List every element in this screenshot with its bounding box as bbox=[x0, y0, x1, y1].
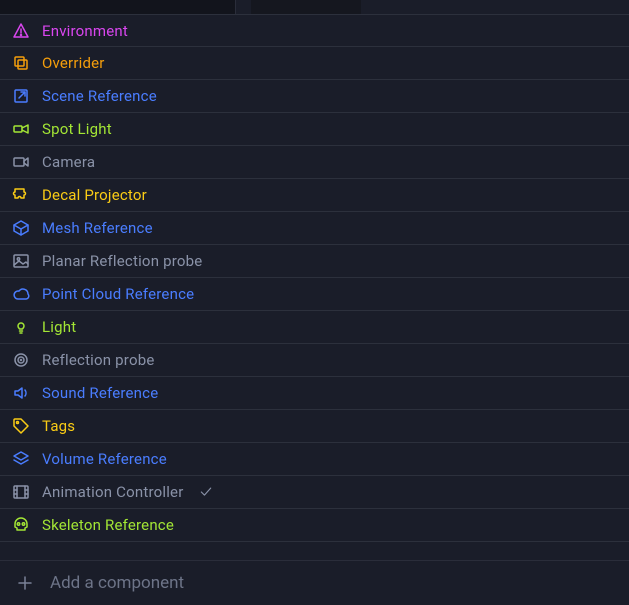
check-icon bbox=[199, 485, 213, 499]
component-item-spot-light[interactable]: Spot Light bbox=[0, 113, 629, 146]
component-item-label: Spot Light bbox=[42, 120, 112, 138]
component-list: Environment Overrider Scene Reference Spot … bbox=[0, 14, 629, 560]
bulb-icon bbox=[12, 318, 30, 336]
component-item-label: Animation Controller bbox=[42, 483, 183, 501]
component-item-label: Volume Reference bbox=[42, 450, 167, 468]
tab-bar bbox=[0, 0, 629, 14]
component-panel: Environment Overrider Scene Reference Spot … bbox=[0, 0, 629, 605]
tab-active[interactable] bbox=[251, 0, 361, 14]
component-item-point-cloud-reference[interactable]: Point Cloud Reference bbox=[0, 278, 629, 311]
add-component-input[interactable] bbox=[48, 572, 613, 594]
component-item-label: Scene Reference bbox=[42, 87, 157, 105]
component-item-animation-controller[interactable]: Animation Controller bbox=[0, 476, 629, 509]
image-icon bbox=[12, 252, 30, 270]
cloud-icon bbox=[12, 285, 30, 303]
component-item-label: Overrider bbox=[42, 54, 105, 72]
puzzle-icon bbox=[12, 186, 30, 204]
copy-icon bbox=[12, 54, 30, 72]
component-item-label: Point Cloud Reference bbox=[42, 285, 194, 303]
component-item-label: Decal Projector bbox=[42, 186, 147, 204]
component-item-label: Sound Reference bbox=[42, 384, 158, 402]
component-item-label: Tags bbox=[42, 417, 75, 435]
component-item-mesh-reference[interactable]: Mesh Reference bbox=[0, 212, 629, 245]
popout-icon bbox=[12, 87, 30, 105]
component-item-label: Skeleton Reference bbox=[42, 516, 174, 534]
cube-icon bbox=[12, 219, 30, 237]
speaker-icon bbox=[12, 384, 30, 402]
component-item-light[interactable]: Light bbox=[0, 311, 629, 344]
tag-icon bbox=[12, 417, 30, 435]
camera-icon bbox=[12, 153, 30, 171]
component-item-camera[interactable]: Camera bbox=[0, 146, 629, 179]
add-component-bar[interactable] bbox=[0, 560, 629, 605]
component-item-scene-reference[interactable]: Scene Reference bbox=[0, 80, 629, 113]
component-item-overrider[interactable]: Overrider bbox=[0, 47, 629, 80]
component-item-tags[interactable]: Tags bbox=[0, 410, 629, 443]
spotlight-icon bbox=[12, 120, 30, 138]
component-item-skeleton-reference[interactable]: Skeleton Reference bbox=[0, 509, 629, 542]
component-item-label: Light bbox=[42, 318, 76, 336]
component-item-label: Planar Reflection probe bbox=[42, 252, 202, 270]
component-item-label: Environment bbox=[42, 22, 128, 40]
component-item-reflection-probe[interactable]: Reflection probe bbox=[0, 344, 629, 377]
component-item-label: Mesh Reference bbox=[42, 219, 153, 237]
component-item-label: Reflection probe bbox=[42, 351, 154, 369]
component-item-environment[interactable]: Environment bbox=[0, 14, 629, 47]
warning-icon bbox=[12, 22, 30, 40]
component-item-decal-projector[interactable]: Decal Projector bbox=[0, 179, 629, 212]
plus-icon bbox=[16, 574, 34, 592]
component-item-label: Camera bbox=[42, 153, 95, 171]
layers-icon bbox=[12, 450, 30, 468]
target-icon bbox=[12, 351, 30, 369]
component-item-sound-reference[interactable]: Sound Reference bbox=[0, 377, 629, 410]
film-icon bbox=[12, 483, 30, 501]
skull-icon bbox=[12, 516, 30, 534]
component-item-planar-reflection[interactable]: Planar Reflection probe bbox=[0, 245, 629, 278]
tab-inactive[interactable] bbox=[0, 0, 236, 14]
component-item-volume-reference[interactable]: Volume Reference bbox=[0, 443, 629, 476]
